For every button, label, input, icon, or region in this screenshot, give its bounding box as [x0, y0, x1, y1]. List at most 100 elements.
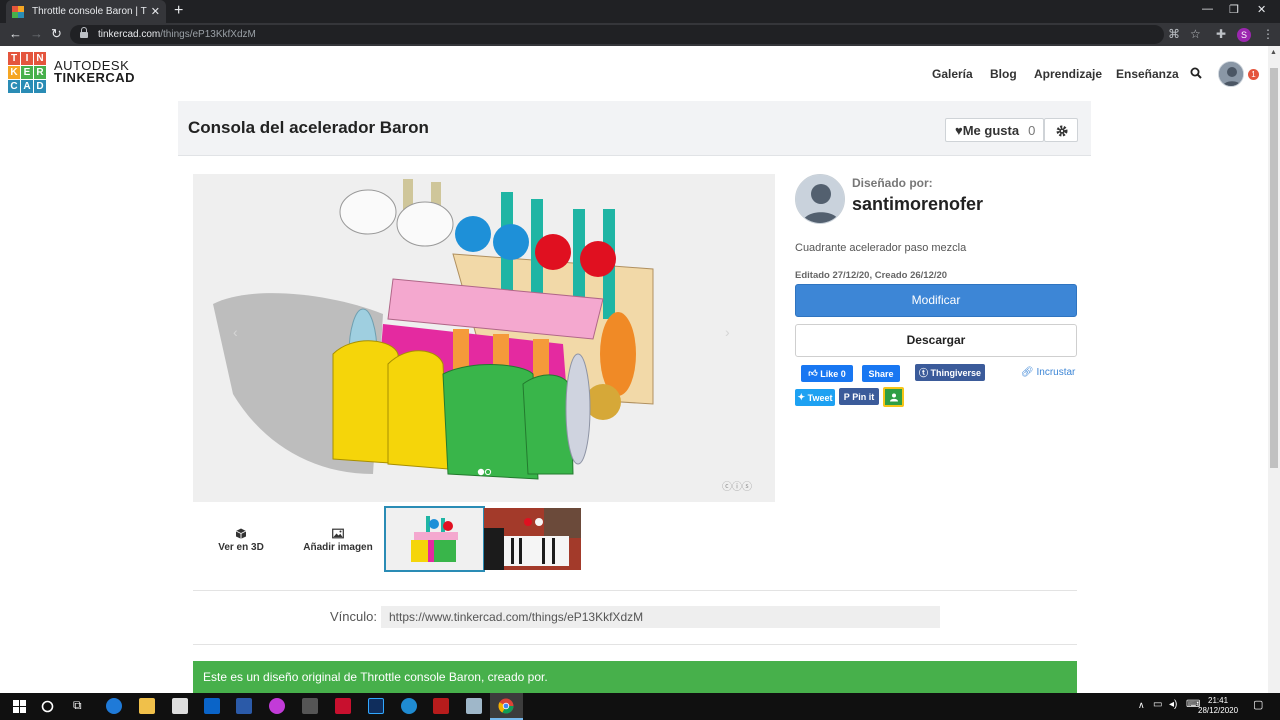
thumbnail-render[interactable] [384, 506, 485, 572]
app-icon[interactable] [302, 698, 318, 714]
scroll-up-arrow-icon[interactable]: ▲ [1270, 49, 1277, 56]
word-app-icon[interactable] [236, 698, 252, 714]
heart-icon: ♥ [955, 122, 963, 138]
store-app-icon[interactable] [172, 698, 188, 714]
nav-teaching[interactable]: Enseñanza [1116, 67, 1179, 81]
nav-learning[interactable]: Aprendizaje [1034, 67, 1102, 81]
facebook-like-label: Like 0 [820, 368, 846, 379]
browser-profile-avatar[interactable]: S [1237, 28, 1251, 42]
app-icon[interactable] [433, 698, 449, 714]
tray-chevron-icon[interactable]: ∧ [1138, 700, 1145, 711]
volume-icon[interactable]: ◂) [1169, 699, 1177, 710]
lock-icon [80, 26, 88, 39]
view-3d-button[interactable]: Ver en 3D [217, 528, 265, 553]
task-view-icon[interactable]: ⧉ [73, 698, 82, 713]
scroll-thumb[interactable] [1270, 68, 1278, 468]
classroom-icon [889, 393, 898, 402]
back-icon[interactable]: ← [9, 26, 22, 41]
tweet-label: Tweet [807, 392, 833, 403]
image-icon [332, 528, 344, 539]
tinkercad-logo[interactable]: T I N K E R C A D [8, 52, 46, 93]
window-close-icon[interactable]: ✕ [1257, 3, 1266, 16]
like-label: Me gusta [962, 122, 1020, 138]
page-scrollbar[interactable]: ▲ [1268, 46, 1280, 693]
next-image-arrow-icon[interactable]: › [725, 324, 730, 340]
tab-close-icon[interactable]: ✕ [151, 5, 160, 18]
user-silhouette-icon [1219, 62, 1243, 86]
taskbar-clock[interactable]: 21:41 28/12/2020 [1198, 696, 1238, 716]
extensions-icon[interactable]: ✚ [1216, 27, 1226, 41]
thumbs-up-icon: 👍︎ [808, 368, 818, 378]
user-avatar[interactable] [1218, 61, 1244, 87]
link-icon: 🔗︎ [1021, 367, 1034, 378]
windows-start-icon[interactable] [13, 700, 26, 713]
chrome-taskbar-button[interactable] [490, 693, 523, 720]
add-image-button[interactable]: Añadir imagen [302, 528, 374, 553]
share-link-field[interactable]: https://www.tinkercad.com/things/eP13Kkf… [381, 606, 940, 628]
add-image-label: Añadir imagen [303, 542, 373, 553]
mail-app-icon[interactable] [204, 698, 220, 714]
like-button[interactable]: ♥ Me gusta 0 [945, 118, 1044, 142]
view-3d-label: Ver en 3D [218, 542, 264, 553]
thumbnail-photo[interactable] [484, 508, 581, 570]
previous-image-arrow-icon[interactable]: ‹ [233, 324, 238, 340]
embed-label: Incrustar [1036, 367, 1076, 378]
network-icon[interactable]: ▭ [1153, 699, 1162, 710]
new-tab-icon[interactable]: + [174, 2, 183, 20]
photoshop-app-icon[interactable] [368, 698, 384, 714]
browser-menu-icon[interactable]: ⋮ [1262, 27, 1274, 41]
designer-silhouette-icon [796, 175, 844, 223]
search-icon[interactable] [1190, 67, 1202, 79]
app-icon[interactable] [335, 698, 351, 714]
modify-button[interactable]: Modificar [795, 284, 1077, 317]
notification-badge[interactable]: 1 [1248, 69, 1259, 80]
edge-app-icon[interactable] [106, 698, 122, 714]
nav-blog[interactable]: Blog [990, 67, 1017, 81]
brand-tinkercad: TINKERCAD [54, 70, 136, 85]
original-design-banner: Este es un diseño original de Throttle c… [193, 661, 1077, 693]
browser-tab[interactable]: Throttle console Baron | Tinkerca ✕ [6, 0, 166, 23]
throttle-model-render [193, 174, 775, 502]
windows-taskbar: ⧉ ∧ ▭ ◂) ⌨ ▢ [0, 693, 1280, 720]
app-icon[interactable] [401, 698, 417, 714]
paint-app-icon[interactable] [269, 698, 285, 714]
thumbnail-render-image [386, 508, 483, 570]
notifications-icon[interactable]: ▢ [1253, 698, 1263, 711]
translate-icon[interactable]: ⌘ [1168, 27, 1180, 41]
designer-name-link[interactable]: santimorenofer [852, 194, 983, 215]
google-classroom-button[interactable] [883, 387, 904, 407]
gear-icon [1056, 125, 1068, 137]
search-circle-icon[interactable] [41, 700, 54, 713]
designed-by-label: Diseñado por: [852, 176, 933, 190]
brand-wordmark[interactable]: AUTODESK TINKERCAD [54, 59, 136, 85]
forward-icon[interactable]: → [30, 26, 43, 41]
bookmark-star-icon[interactable]: ☆ [1190, 27, 1201, 41]
carousel-dots[interactable] [477, 468, 493, 476]
cube-icon [235, 528, 247, 539]
thingiverse-button[interactable]: ⓣ Thingiverse [915, 364, 985, 381]
facebook-like-button[interactable]: 👍︎ Like 0 [801, 365, 853, 382]
download-button[interactable]: Descargar [795, 324, 1077, 357]
reload-icon[interactable]: ↻ [51, 26, 62, 42]
design-description: Cuadrante acelerador paso mezcla [795, 242, 967, 254]
maximize-icon[interactable]: ❐ [1229, 3, 1239, 16]
settings-button[interactable] [1044, 118, 1078, 142]
like-count: 0 [1028, 122, 1036, 138]
file-explorer-icon[interactable] [139, 698, 155, 714]
app-icon[interactable] [466, 698, 482, 714]
clock-time: 21:41 [1208, 696, 1229, 705]
nav-gallery[interactable]: Galería [932, 67, 973, 81]
embed-link[interactable]: 🔗︎ Incrustar [1021, 367, 1075, 378]
tweet-button[interactable]: ✦ Tweet [795, 389, 835, 406]
address-bar[interactable]: tinkercad.com/things/eP13KkfXdzM [70, 25, 1164, 44]
site-header: T I N K E R C A D AUTODESK TINKERCAD Gal… [0, 46, 1268, 101]
section-divider [193, 590, 1077, 591]
designer-avatar[interactable] [795, 174, 845, 224]
creative-commons-badge[interactable]: ⓒⓘⓢ [722, 478, 752, 493]
design-image-viewer[interactable]: ‹ › [193, 174, 775, 502]
chrome-icon [498, 698, 514, 714]
pinterest-button[interactable]: P Pin it [839, 388, 879, 405]
minimize-icon[interactable]: — [1202, 3, 1213, 15]
facebook-share-button[interactable]: Share [862, 365, 900, 382]
tinkercad-favicon-icon [12, 5, 24, 18]
